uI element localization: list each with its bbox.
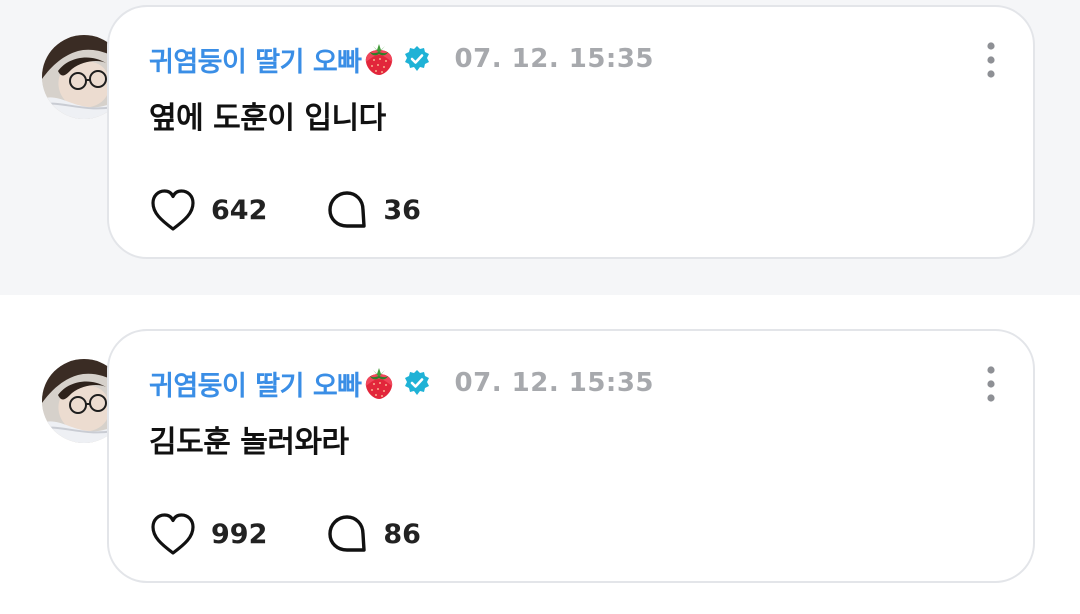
- author-name[interactable]: 귀염둥이 딸기 오빠: [149, 364, 362, 403]
- comment-button[interactable]: 36: [325, 188, 421, 232]
- more-vertical-icon[interactable]: [985, 365, 997, 403]
- post-card[interactable]: 귀염둥이 딸기 오빠: [107, 5, 1035, 259]
- post-actions: 642 36: [149, 185, 421, 235]
- post-item[interactable]: 귀염둥이 딸기 오빠: [0, 324, 1080, 594]
- post-card[interactable]: 귀염둥이 딸기 오빠: [107, 329, 1035, 583]
- verified-badge-icon: [403, 45, 431, 73]
- heart-icon: [151, 513, 195, 555]
- like-count: 642: [211, 194, 268, 226]
- comment-button[interactable]: 86: [325, 512, 421, 556]
- like-button[interactable]: 642: [149, 188, 267, 232]
- post-content: 옆에 도훈이 입니다: [149, 101, 386, 136]
- post-timestamp: 07. 12. 15:35: [454, 44, 655, 74]
- post-actions: 992 86: [149, 509, 421, 559]
- post-header: 귀염둥이 딸기 오빠 07. 12. 15:35: [149, 362, 654, 404]
- post-content: 김도훈 놀러와라: [149, 425, 349, 460]
- more-vertical-icon[interactable]: [985, 41, 997, 79]
- post-header: 귀염둥이 딸기 오빠 07. 12. 15:35: [149, 38, 654, 80]
- comment-count: 36: [383, 194, 421, 226]
- post-timestamp: 07. 12. 15:35: [454, 368, 655, 398]
- author-name[interactable]: 귀염둥이 딸기 오빠: [149, 40, 362, 79]
- like-button[interactable]: 992: [149, 512, 267, 556]
- strawberry-icon: [363, 42, 395, 76]
- like-count: 992: [211, 518, 268, 550]
- verified-badge-icon: [403, 369, 431, 397]
- heart-icon: [151, 189, 195, 231]
- comment-count: 86: [383, 518, 421, 550]
- post-item[interactable]: 귀염둥이 딸기 오빠: [0, 0, 1080, 270]
- comment-bubble-icon: [328, 515, 367, 552]
- comment-bubble-icon: [328, 191, 367, 228]
- strawberry-icon: [363, 366, 395, 400]
